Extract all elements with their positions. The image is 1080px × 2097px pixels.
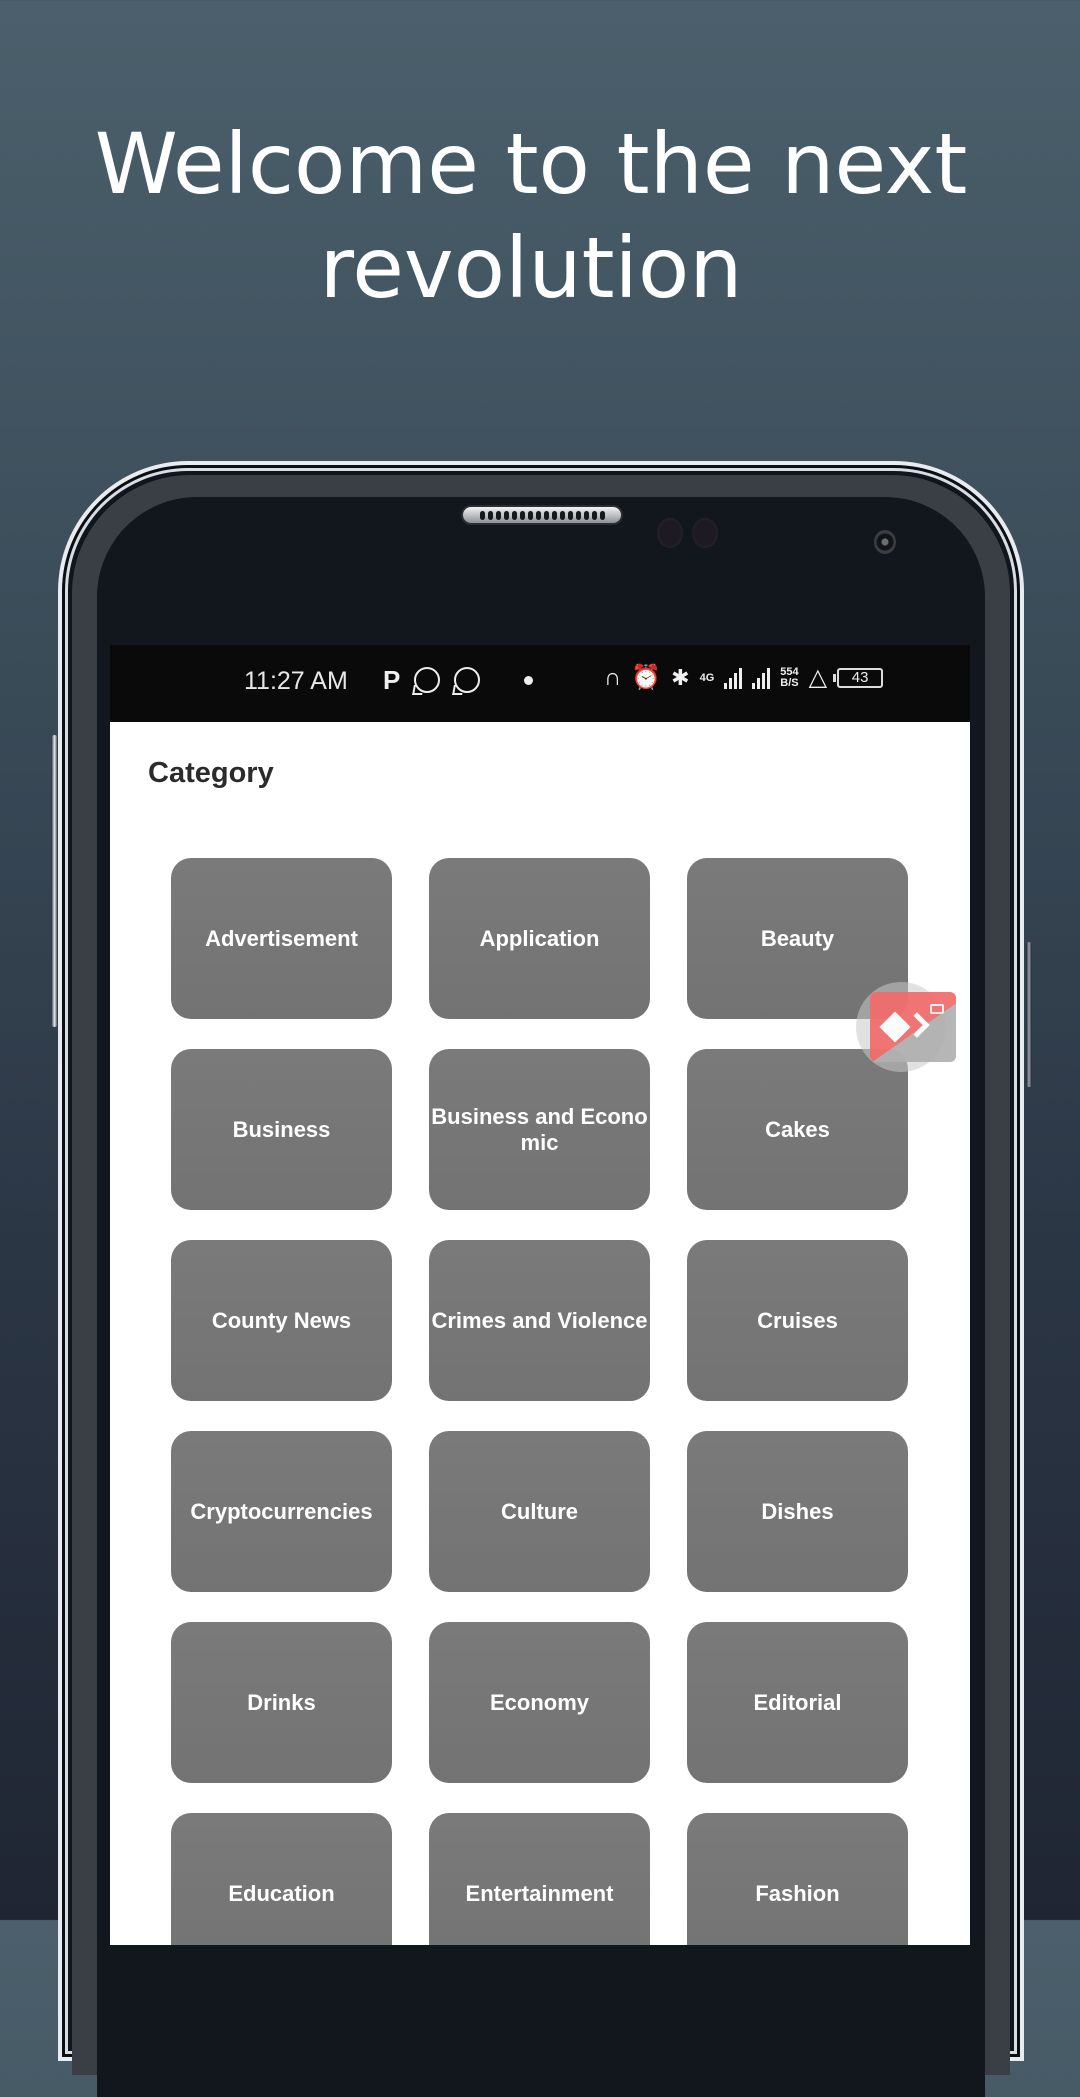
category-tile[interactable]: Dishes	[687, 1431, 908, 1592]
category-tile[interactable]: Economy	[429, 1622, 650, 1783]
bluetooth-icon: ✱	[671, 665, 690, 690]
status-bar: 11:27 AM P ∩ ⏰ ✱ 4G 554 B/S △ 43	[110, 645, 970, 722]
category-label: Advertisement	[205, 925, 358, 951]
category-label: Crimes and Violence	[431, 1307, 648, 1333]
category-tile[interactable]: Cakes	[687, 1049, 908, 1210]
4g-label: 4G	[699, 671, 715, 684]
category-tile[interactable]: County News	[171, 1240, 392, 1401]
light-sensor-icon	[692, 518, 718, 548]
page-title: Category	[148, 757, 274, 789]
category-tile[interactable]: Editorial	[687, 1622, 908, 1783]
category-label: Business	[232, 1116, 331, 1142]
category-label: Fashion	[755, 1880, 840, 1906]
category-grid: Advertisement Application Beauty Business Bu…	[171, 858, 911, 1945]
category-label: Culture	[501, 1498, 578, 1524]
category-tile[interactable]: Application	[429, 858, 650, 1019]
category-tile[interactable]: Business	[171, 1049, 392, 1210]
category-label: Cruises	[757, 1307, 838, 1333]
network-speed-icon: 554 B/S	[780, 667, 798, 689]
anydesk-floating-button[interactable]	[856, 982, 956, 1072]
whatsapp-business-icon	[454, 667, 481, 693]
category-tile[interactable]: Business and Economic	[429, 1049, 650, 1210]
category-label: County News	[211, 1307, 352, 1333]
category-label: Education	[228, 1880, 335, 1906]
category-label: Drinks	[247, 1689, 316, 1715]
status-time: 11:27 AM	[244, 667, 348, 695]
category-tile[interactable]: Education	[171, 1813, 392, 1945]
category-label: Dishes	[761, 1498, 834, 1524]
category-tile[interactable]: Entertainment	[429, 1813, 650, 1945]
notification-dot-icon	[524, 675, 534, 685]
category-tile[interactable]: Cryptocurrencies	[171, 1431, 392, 1592]
promo-headline: Welcome to the next revolution	[94, 115, 968, 317]
headphones-icon: ∩	[604, 664, 622, 691]
proximity-sensor-icon	[657, 518, 683, 548]
category-label: Cakes	[765, 1116, 830, 1142]
category-tile[interactable]: Cruises	[687, 1240, 908, 1401]
category-tile[interactable]: Fashion	[687, 1813, 908, 1945]
4g-signal-icon	[724, 667, 743, 689]
whatsapp-icon	[414, 667, 441, 693]
category-tile[interactable]: Advertisement	[171, 858, 392, 1019]
phone-screen: 11:27 AM P ∩ ⏰ ✱ 4G 554 B/S △ 43 Categor…	[110, 645, 970, 1945]
earpiece-speaker-icon	[461, 505, 623, 525]
category-tile[interactable]: Drinks	[171, 1622, 392, 1783]
category-label: Business and Economic	[431, 1103, 648, 1155]
category-label: Beauty	[760, 925, 835, 951]
front-camera-icon	[874, 530, 896, 554]
battery-icon: 43	[833, 668, 884, 688]
phone-volume-button	[51, 735, 58, 1027]
anydesk-icon	[870, 992, 956, 1062]
alarm-icon: ⏰	[631, 664, 662, 691]
phone-power-button	[1026, 942, 1032, 1087]
category-label: Entertainment	[465, 1880, 614, 1906]
category-label: Economy	[489, 1689, 590, 1715]
parking-app-icon: P	[383, 665, 401, 695]
category-tile[interactable]: Culture	[429, 1431, 650, 1592]
lab-icon: △	[808, 664, 828, 691]
category-label: Cryptocurrencies	[190, 1498, 373, 1524]
signal-icon	[752, 667, 771, 689]
category-label: Editorial	[753, 1689, 842, 1715]
net-speed-unit: B/S	[780, 677, 799, 689]
category-label: Application	[479, 925, 600, 951]
category-tile[interactable]: Crimes and Violence	[429, 1240, 650, 1401]
